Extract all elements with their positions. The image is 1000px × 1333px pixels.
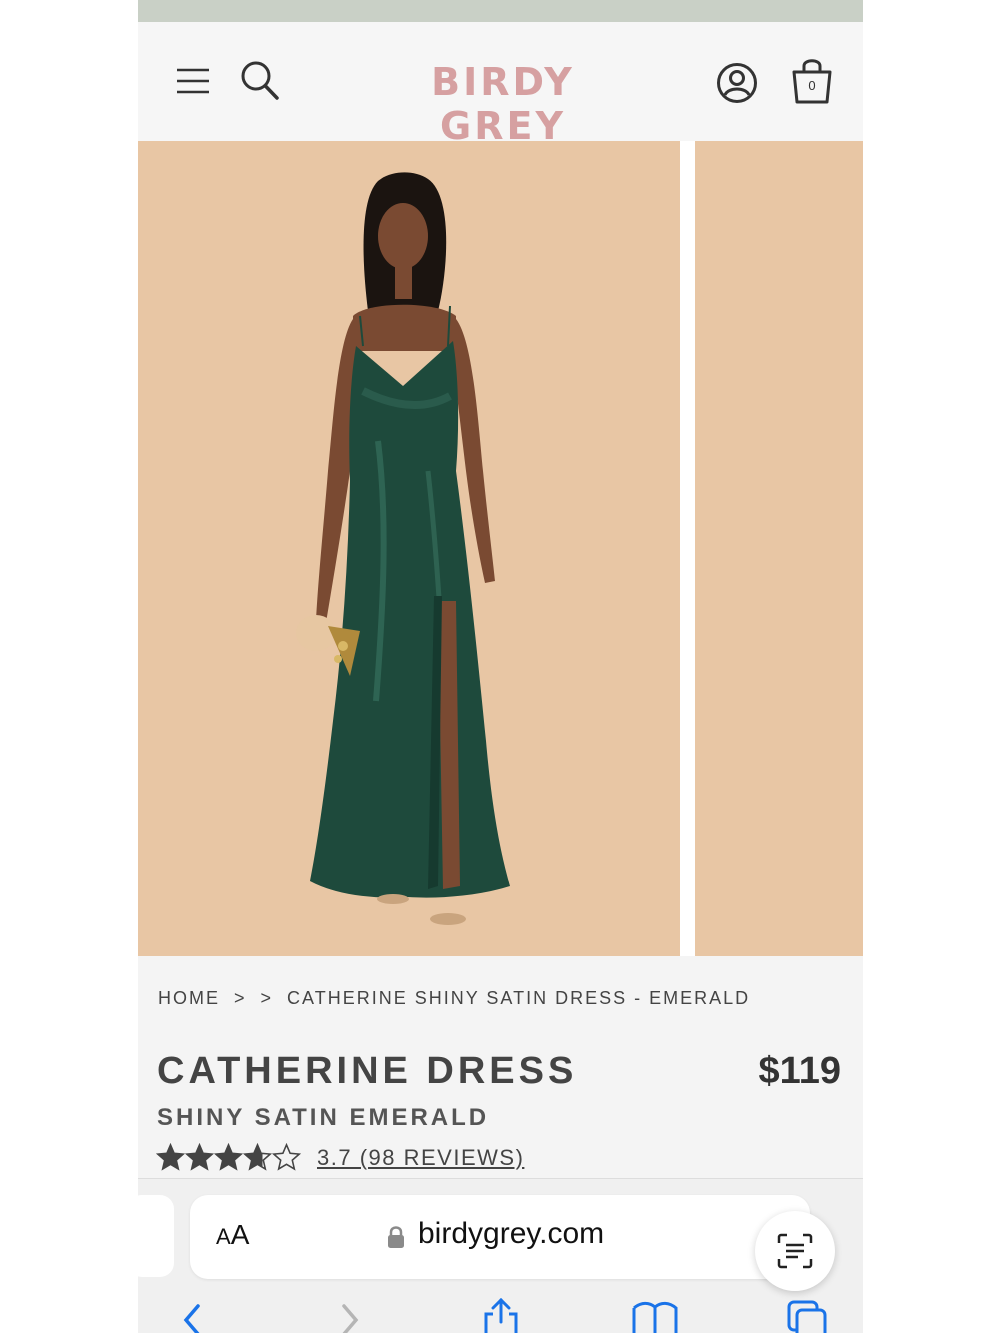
breadcrumb-separator: > [260,988,274,1008]
bookmarks-icon[interactable] [631,1298,679,1333]
rating-star [185,1143,214,1171]
product-image-main[interactable] [138,141,680,956]
shopping-bag-icon[interactable]: 0 [790,56,834,106]
rating-stars [156,1143,301,1172]
brand-logo[interactable]: BIRDY GREY [363,60,643,148]
rating-star [156,1143,185,1171]
share-icon[interactable] [481,1297,521,1333]
product-subtitle: SHINY SATIN EMERALD [157,1104,490,1131]
breadcrumb-separator: > [234,988,247,1008]
reader-icon[interactable] [755,1211,835,1291]
rating-star [243,1143,272,1171]
browser-nav-icons [138,1297,863,1333]
rating-star [272,1143,301,1171]
product-price: $119 [758,1050,841,1092]
account-icon[interactable] [716,62,758,104]
model-in-dress-image [296,172,510,925]
reviews-link[interactable]: 3.7 (98 REVIEWS) [317,1145,524,1171]
product-title: CATHERINE DRESS [157,1050,578,1092]
text-size-button[interactable]: AA [216,1219,249,1251]
previous-tab-preview[interactable] [138,1195,174,1277]
hamburger-menu-icon[interactable] [176,66,210,96]
back-icon[interactable] [180,1298,204,1333]
product-image-next[interactable] [695,141,863,956]
bag-count-badge: 0 [808,78,816,93]
forward-icon[interactable] [338,1298,362,1333]
address-bar[interactable]: AA birdygrey.com [190,1195,810,1279]
status-strip [138,0,863,22]
search-icon[interactable] [240,60,280,102]
product-gallery [138,141,863,956]
product-rating: 3.7 (98 REVIEWS) [156,1143,524,1172]
url-text[interactable]: birdygrey.com [418,1217,604,1251]
phone-screen: BIRDY GREY 0 HOME > > CATHERINE SHINY SA… [138,0,863,1333]
rating-star [214,1143,243,1171]
breadcrumb-home-link[interactable]: HOME [158,988,220,1009]
site-header: BIRDY GREY 0 [138,22,863,148]
tabs-icon[interactable] [785,1298,829,1333]
breadcrumb: HOME > > CATHERINE SHINY SATIN DRESS - EMER… [158,988,750,1009]
lock-icon [387,1225,405,1249]
breadcrumb-current: CATHERINE SHINY SATIN DRESS - EMERALD [287,988,751,1008]
